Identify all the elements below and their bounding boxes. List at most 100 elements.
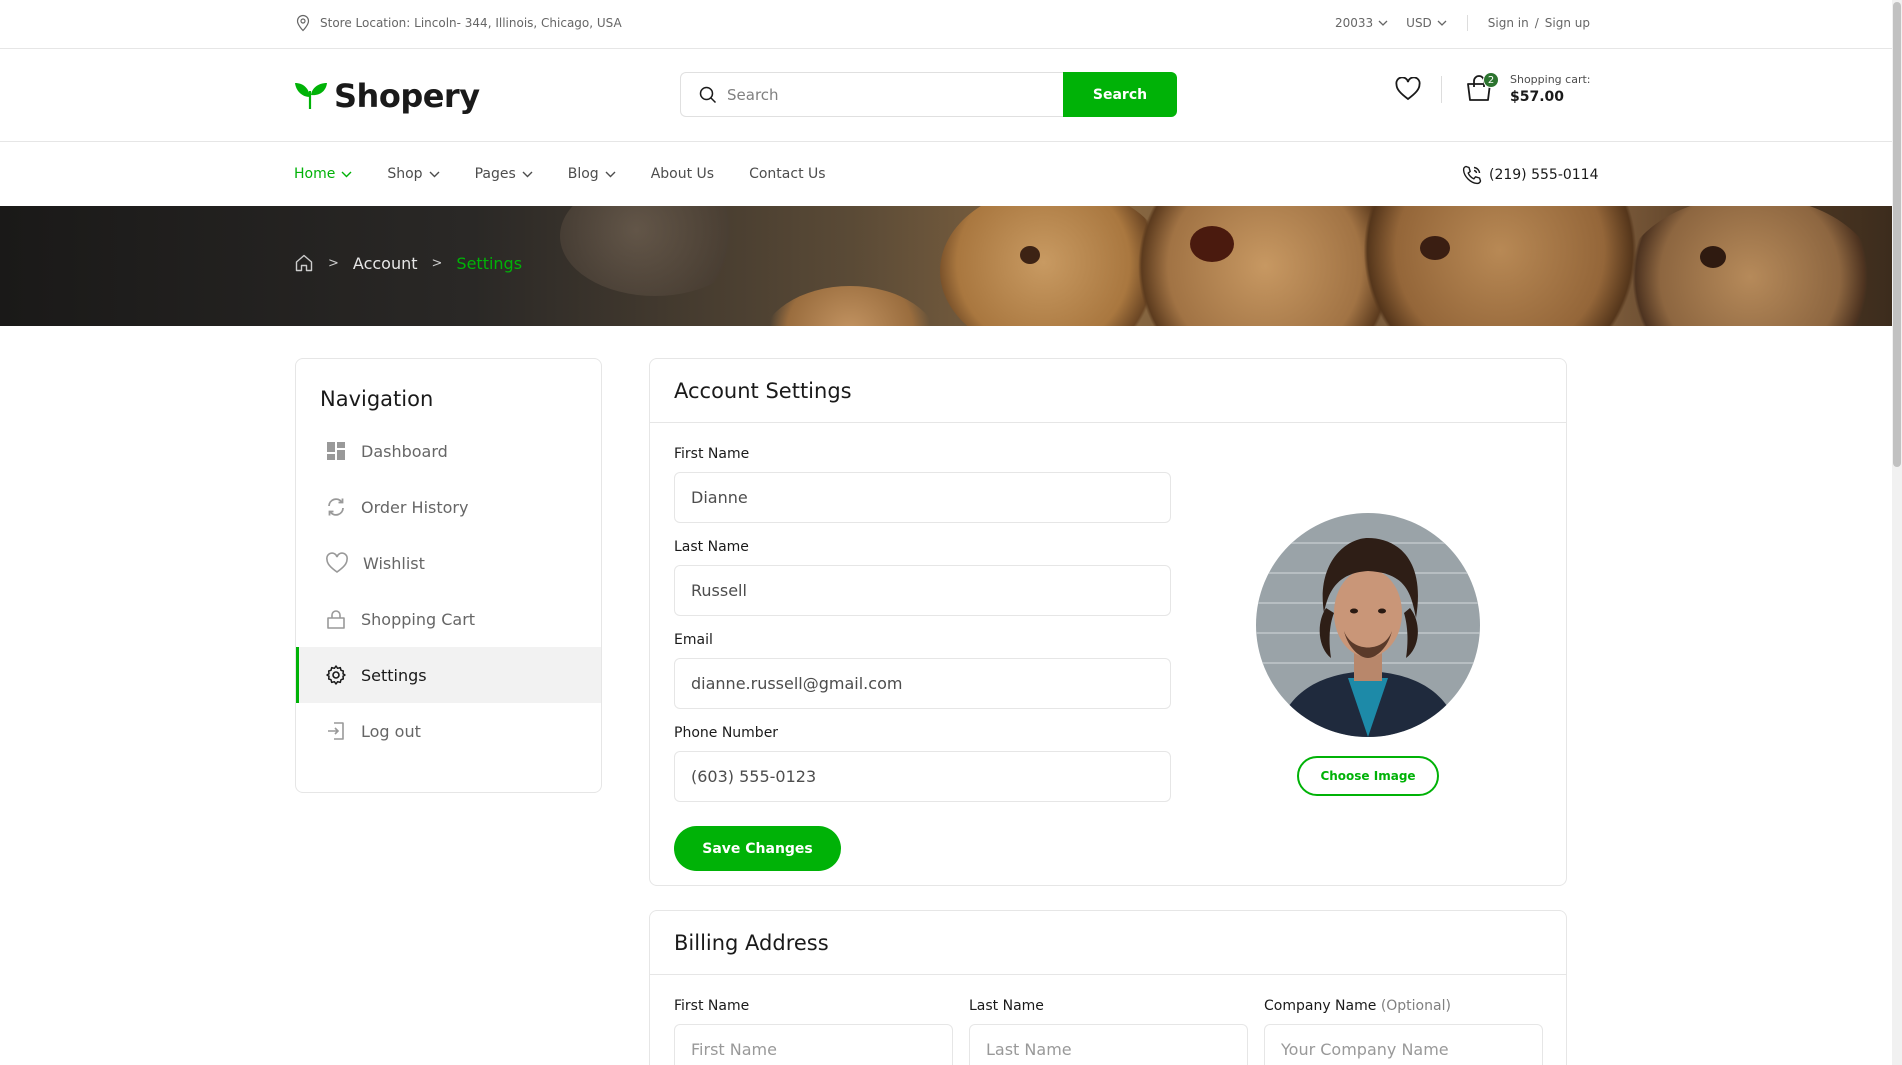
first-name-field[interactable]: Dianne bbox=[674, 472, 1171, 523]
banner-chocolate-chip bbox=[1700, 246, 1726, 268]
banner-cookie-image bbox=[560, 206, 750, 296]
billing-address-title: Billing Address bbox=[650, 911, 1566, 975]
banner-cookie-image bbox=[1620, 206, 1880, 326]
sidebar-item-wishlist[interactable]: Wishlist bbox=[296, 535, 601, 591]
currency-dropdown[interactable]: USD bbox=[1406, 16, 1447, 30]
chevron-down-icon bbox=[1378, 20, 1388, 26]
nav-item-label: Shop bbox=[387, 166, 423, 182]
phone-field[interactable]: (603) 555-0123 bbox=[674, 751, 1171, 802]
nav-item-contact[interactable]: Contact Us bbox=[749, 166, 825, 182]
sidebar-item-logout[interactable]: Log out bbox=[296, 703, 601, 759]
breadcrumb-account[interactable]: Account bbox=[353, 254, 418, 273]
page: Store Location: Lincoln- 344, Illinois, … bbox=[0, 0, 1892, 1065]
main-header: Shopery Search Search 2 Shopping cart: $… bbox=[0, 49, 1892, 142]
billing-first-name-label: First Name bbox=[674, 998, 750, 1014]
sidebar-item-shopping-cart[interactable]: Shopping Cart bbox=[296, 591, 601, 647]
auth-slash: / bbox=[1534, 16, 1539, 30]
nav-item-label: Contact Us bbox=[749, 166, 826, 182]
sidebar-item-dashboard[interactable]: Dashboard bbox=[296, 423, 601, 479]
logout-icon bbox=[328, 722, 344, 740]
cart-count-badge: 2 bbox=[1483, 72, 1499, 88]
sign-up-link[interactable]: Sign up bbox=[1545, 16, 1590, 30]
divider bbox=[1466, 15, 1468, 31]
breadcrumb-separator: > bbox=[328, 255, 339, 271]
billing-last-name-field[interactable]: Last Name bbox=[969, 1024, 1248, 1065]
last-name-field[interactable]: Russell bbox=[674, 565, 1171, 616]
chevron-down-icon bbox=[1437, 20, 1447, 26]
sidebar-item-label: Settings bbox=[361, 665, 427, 685]
breadcrumb-settings: Settings bbox=[456, 253, 523, 273]
store-location: Store Location: Lincoln- 344, Illinois, … bbox=[295, 14, 622, 32]
account-settings-card: Account Settings First Name Dianne Last … bbox=[649, 358, 1567, 886]
email-field[interactable]: dianne.russell@gmail.com bbox=[674, 658, 1171, 709]
phone-label: Phone Number bbox=[674, 725, 779, 741]
breadcrumb: > Account > Settings bbox=[294, 253, 522, 273]
billing-first-name-field[interactable]: First Name bbox=[674, 1024, 953, 1065]
cart-summary[interactable]: Shopping cart: $57.00 bbox=[1510, 73, 1591, 105]
top-bar: Store Location: Lincoln- 344, Illinois, … bbox=[0, 0, 1892, 49]
brand-name: Shopery bbox=[334, 77, 480, 115]
email-label: Email bbox=[674, 632, 713, 648]
store-location-text: Store Location: Lincoln- 344, Illinois, … bbox=[320, 16, 622, 30]
chevron-down-icon bbox=[429, 171, 440, 177]
scrollbar[interactable] bbox=[1892, 0, 1902, 1065]
nav-item-shop[interactable]: Shop bbox=[387, 166, 440, 182]
nav-item-about[interactable]: About Us bbox=[651, 166, 714, 182]
phone-number[interactable]: (219) 555-0114 bbox=[1461, 164, 1599, 186]
scrollbar-thumb[interactable] bbox=[1893, 2, 1901, 467]
profile-photo bbox=[1256, 513, 1480, 737]
currency-value: USD bbox=[1406, 16, 1432, 30]
search-bar: Search Search bbox=[680, 72, 1177, 117]
header-actions: 2 Shopping cart: $57.00 bbox=[1395, 72, 1591, 105]
save-changes-button[interactable]: Save Changes bbox=[674, 826, 841, 871]
chevron-down-icon bbox=[341, 171, 352, 177]
first-name-label: First Name bbox=[674, 446, 750, 462]
sidebar-item-label: Dashboard bbox=[361, 441, 448, 461]
banner-chocolate-chip bbox=[1190, 226, 1234, 262]
language-dropdown[interactable]: 20033 bbox=[1335, 16, 1388, 30]
sign-in-link[interactable]: Sign in bbox=[1488, 16, 1529, 30]
home-icon[interactable] bbox=[294, 253, 314, 273]
last-name-label: Last Name bbox=[674, 539, 749, 555]
top-bar-right: 20033 USD Sign in / Sign up bbox=[1317, 15, 1590, 31]
sidebar-item-label: Log out bbox=[361, 721, 421, 741]
brand-logo[interactable]: Shopery bbox=[294, 77, 480, 115]
account-settings-title: Account Settings bbox=[650, 359, 1566, 423]
nav-item-label: Pages bbox=[474, 166, 516, 182]
nav-item-pages[interactable]: Pages bbox=[475, 166, 533, 182]
dashboard-icon bbox=[327, 442, 345, 460]
sidebar-item-settings[interactable]: Settings bbox=[296, 647, 601, 703]
sidebar-item-label: Shopping Cart bbox=[361, 609, 476, 629]
search-button[interactable]: Search bbox=[1063, 72, 1177, 117]
account-sidebar: Navigation Dashboard Order History Wishl… bbox=[295, 358, 602, 793]
company-name-label: Company Name (Optional) bbox=[1264, 998, 1451, 1014]
sidebar-item-order-history[interactable]: Order History bbox=[296, 479, 601, 535]
banner-cookie-image bbox=[760, 286, 940, 326]
nav-item-label: Home bbox=[294, 166, 336, 182]
map-pin-icon bbox=[296, 14, 310, 32]
search-icon bbox=[699, 86, 717, 103]
gear-icon bbox=[326, 665, 346, 685]
heart-icon[interactable] bbox=[1395, 77, 1421, 101]
chevron-down-icon bbox=[522, 171, 533, 177]
chevron-down-icon bbox=[605, 171, 616, 177]
search-input[interactable]: Search bbox=[680, 72, 1063, 117]
company-name-field[interactable]: Your Company Name bbox=[1264, 1024, 1543, 1065]
phone-text: (219) 555-0114 bbox=[1489, 167, 1599, 183]
nav-item-blog[interactable]: Blog bbox=[568, 166, 616, 182]
leaf-logo-icon bbox=[295, 83, 327, 110]
avatar bbox=[1256, 513, 1480, 737]
billing-last-name-label: Last Name bbox=[969, 998, 1044, 1014]
nav-item-label: Blog bbox=[567, 166, 599, 182]
page-banner: > Account > Settings bbox=[0, 206, 1892, 326]
language-value: 20033 bbox=[1334, 16, 1374, 30]
divider bbox=[1441, 75, 1442, 103]
sidebar-menu: Dashboard Order History Wishlist Shoppin… bbox=[296, 423, 601, 759]
optional-tag: (Optional) bbox=[1380, 998, 1451, 1014]
nav-item-home[interactable]: Home bbox=[294, 166, 352, 182]
phone-call-icon bbox=[1462, 165, 1482, 185]
choose-image-button[interactable]: Choose Image bbox=[1297, 756, 1439, 796]
banner-chocolate-chip bbox=[1420, 236, 1450, 260]
cart-button[interactable]: 2 bbox=[1464, 72, 1499, 105]
breadcrumb-separator: > bbox=[431, 255, 443, 271]
